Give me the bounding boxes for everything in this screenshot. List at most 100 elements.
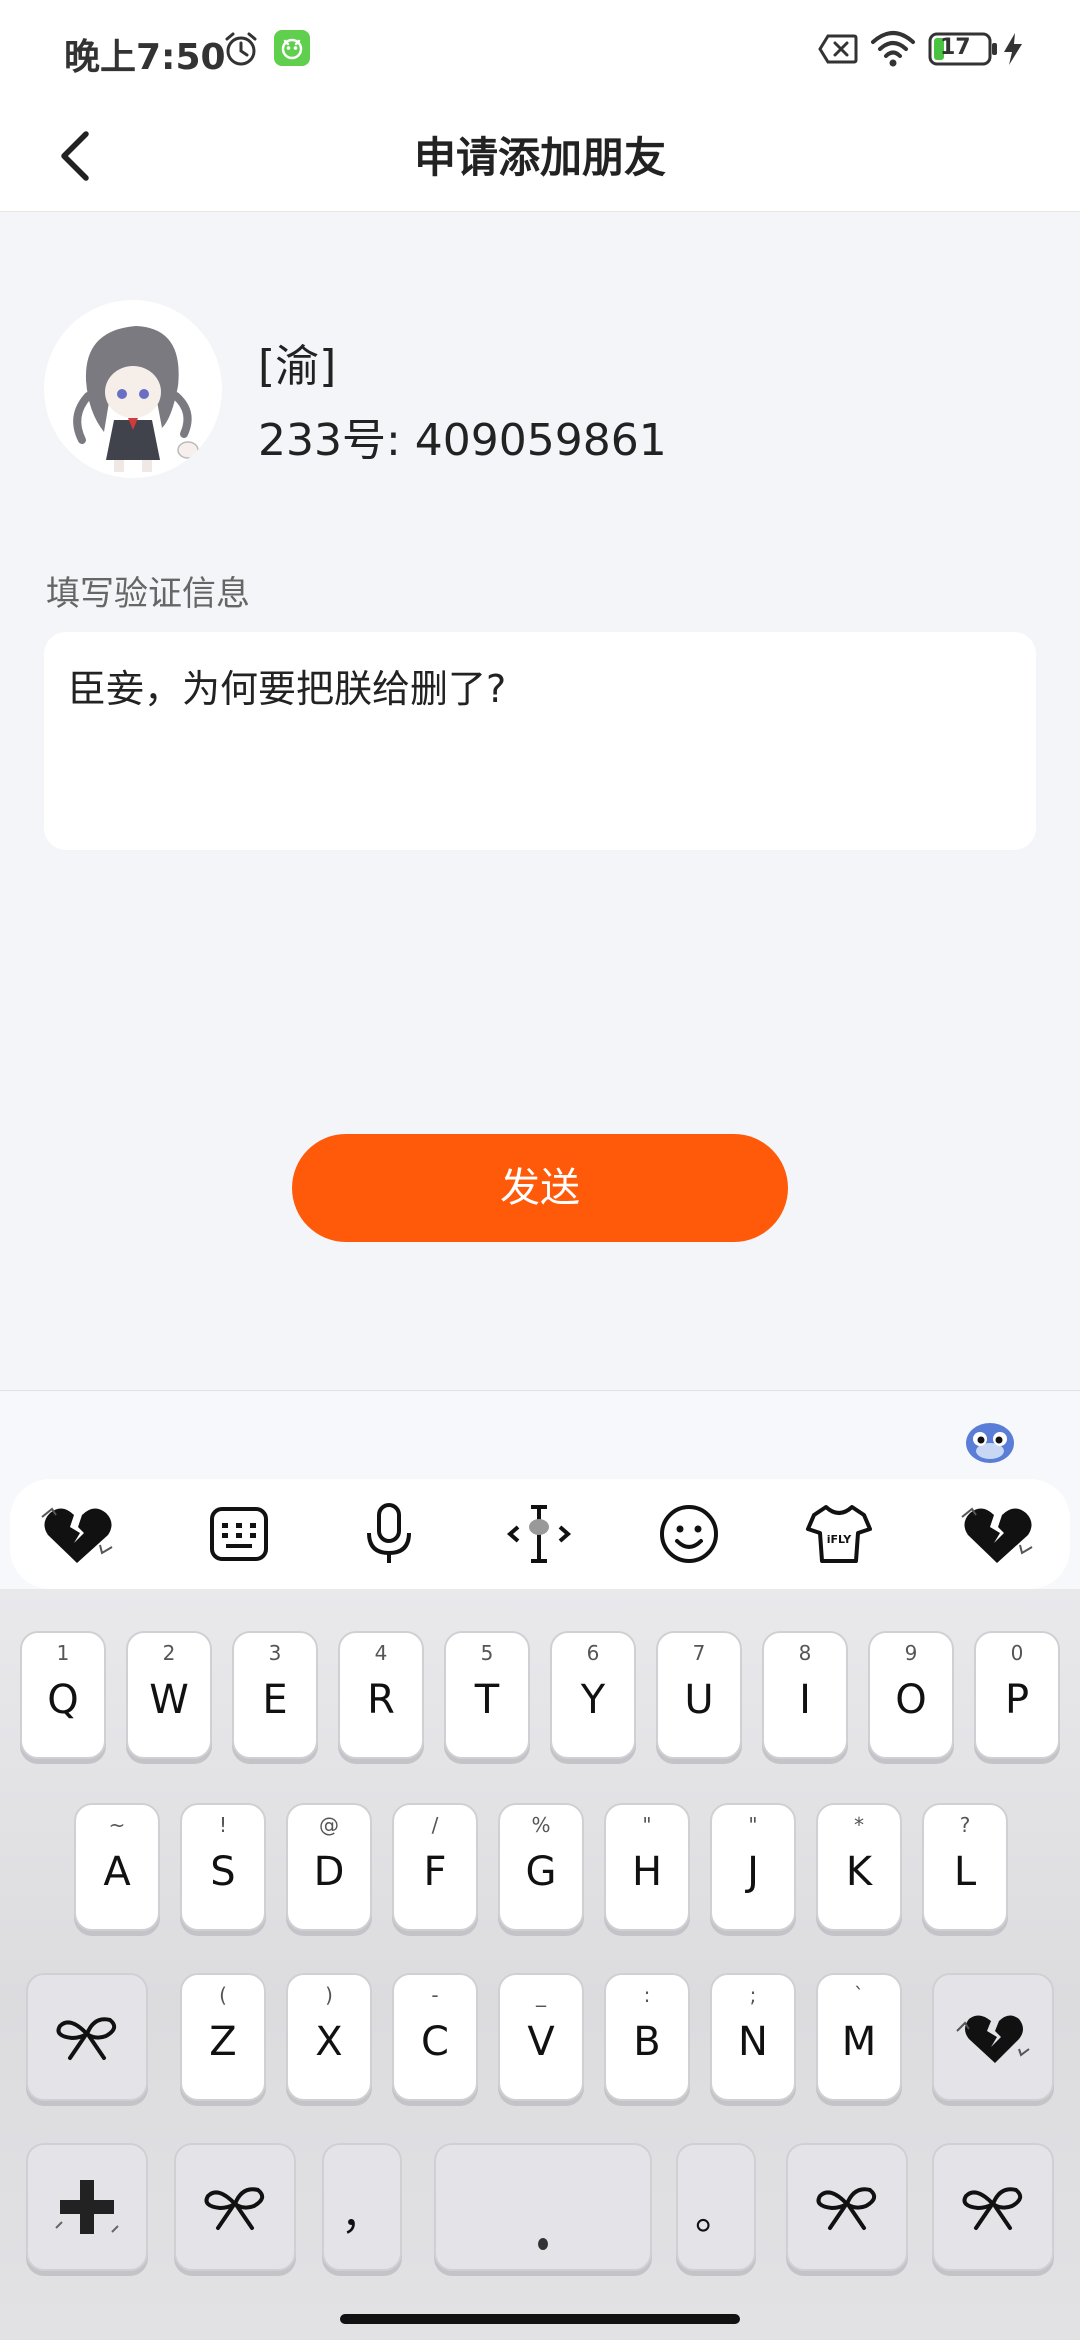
key-e[interactable]: 3E: [232, 1631, 318, 1759]
battery-icon: 17: [928, 32, 998, 66]
shift-key[interactable]: [26, 1973, 148, 2101]
key-q[interactable]: 1Q: [20, 1631, 106, 1759]
key-i[interactable]: 8I: [762, 1631, 848, 1759]
key-m[interactable]: ` M: [816, 1973, 902, 2101]
key-x[interactable]: ) X: [286, 1973, 372, 2101]
key-sub-label: 2: [162, 1641, 176, 1665]
key-sub-label: !: [218, 1813, 228, 1837]
key-label: N: [738, 2019, 768, 2065]
ifly-mascot-icon[interactable]: [962, 1413, 1018, 1469]
verify-message-text: 臣妾，为何要把朕给删了?: [68, 667, 507, 711]
key-sub-label: @: [319, 1813, 339, 1837]
send-button[interactable]: 发送: [292, 1134, 788, 1242]
charging-icon: [1004, 33, 1022, 65]
key-t[interactable]: 5T: [444, 1631, 530, 1759]
key-sub-label: -: [431, 1983, 439, 2007]
battery-level: 17: [940, 35, 971, 60]
key-z[interactable]: (Z: [180, 1973, 266, 2101]
key-sub-label: 3: [268, 1641, 282, 1665]
symbols-key[interactable]: [26, 2143, 148, 2271]
app-notification-icon: [274, 30, 310, 66]
key-label: E: [262, 1677, 288, 1723]
key-f[interactable]: / F: [392, 1803, 478, 1931]
keyboard-switch-icon[interactable]: [202, 1497, 276, 1571]
key-j[interactable]: " J: [710, 1803, 796, 1931]
status-bar: 晚上7:50 17: [0, 0, 1080, 100]
key-sub-label: :: [643, 1983, 651, 2007]
bow-icon: [204, 2187, 265, 2230]
key-g[interactable]: % G: [498, 1803, 584, 1931]
key-label: R: [367, 1677, 395, 1723]
backspace-key[interactable]: [932, 1973, 1054, 2101]
language-key[interactable]: [786, 2143, 908, 2271]
no-sim-icon: [818, 34, 858, 64]
key-sub-label: ?: [959, 1813, 971, 1837]
verify-label: 填写验证信息: [46, 574, 250, 614]
key-label: S: [210, 1849, 236, 1895]
verify-message-input[interactable]: 臣妾，为何要把朕给删了?: [44, 632, 1036, 850]
key-sub-label: 7: [692, 1641, 706, 1665]
key-a[interactable]: ~ A: [74, 1803, 160, 1931]
key-sub-label: ;: [749, 1983, 757, 2007]
key-n[interactable]: ; N: [710, 1973, 796, 2101]
key-v[interactable]: _ V: [498, 1973, 584, 2101]
emoji-icon[interactable]: [652, 1497, 726, 1571]
space-key[interactable]: [434, 2143, 652, 2271]
key-label: H: [631, 1849, 663, 1895]
key-sub-label: 5: [480, 1641, 494, 1665]
key-label: A: [103, 1849, 131, 1895]
status-time: 晚上7:50: [64, 37, 226, 78]
broken-heart-right-icon[interactable]: [960, 1497, 1034, 1571]
key-sub-label: 6: [586, 1641, 600, 1665]
key-l[interactable]: ? L: [922, 1803, 1008, 1931]
key-k[interactable]: * K: [816, 1803, 902, 1931]
key-c[interactable]: -C: [392, 1973, 478, 2101]
key-label: Z: [209, 2019, 237, 2065]
key-sub-label: ": [642, 1813, 652, 1837]
space-mark-icon: [538, 2238, 548, 2251]
skin-shirt-icon[interactable]: iFLY: [802, 1497, 876, 1571]
key-label: G: [525, 1849, 557, 1895]
key-o[interactable]: 9O: [868, 1631, 954, 1759]
key-h[interactable]: " H: [604, 1803, 690, 1931]
period-key[interactable]: 。: [676, 2143, 756, 2271]
key-r[interactable]: 4R: [338, 1631, 424, 1759]
key-label: M: [841, 2019, 877, 2065]
broken-heart-icon: [956, 2015, 1030, 2063]
avatar[interactable]: [44, 300, 222, 478]
key-sub-label: *: [854, 1813, 864, 1837]
key-sub-label: ): [325, 1983, 333, 2007]
key-s[interactable]: ! S: [180, 1803, 266, 1931]
key-sub-label: ~: [108, 1813, 126, 1837]
cursor-move-icon[interactable]: [502, 1497, 576, 1571]
key-sub-label: 0: [1010, 1641, 1024, 1665]
key-label: V: [527, 2019, 555, 2065]
header: 申请添加朋友: [0, 100, 1080, 212]
key-sub-label: %: [531, 1813, 551, 1837]
number-key[interactable]: [174, 2143, 296, 2271]
key-label: L: [953, 1849, 977, 1895]
key-label: K: [845, 1849, 873, 1895]
home-indicator[interactable]: [340, 2314, 740, 2324]
key-label: B: [633, 2019, 661, 2065]
key-d[interactable]: @ D: [286, 1803, 372, 1931]
wifi-icon: [871, 31, 915, 67]
comma-key[interactable]: ，: [322, 2143, 402, 2271]
key-label: J: [747, 1849, 759, 1895]
key-sub-label: /: [431, 1813, 439, 1837]
key-label: Y: [580, 1677, 606, 1723]
microphone-icon[interactable]: [352, 1497, 426, 1571]
key-p[interactable]: 0P: [974, 1631, 1060, 1759]
key-y[interactable]: 6Y: [550, 1631, 636, 1759]
comma-label: ，: [340, 2190, 383, 2239]
plus-icon: [55, 2180, 119, 2234]
key-b[interactable]: :B: [604, 1973, 690, 2101]
key-u[interactable]: 7U: [656, 1631, 742, 1759]
key-sub-label: ": [748, 1813, 758, 1837]
key-label: X: [315, 2019, 343, 2065]
key-w[interactable]: 2W: [126, 1631, 212, 1759]
enter-key[interactable]: [932, 2143, 1054, 2271]
bow-icon: [962, 2187, 1023, 2230]
key-sub-label: 8: [798, 1641, 812, 1665]
broken-heart-icon[interactable]: [40, 1497, 114, 1571]
